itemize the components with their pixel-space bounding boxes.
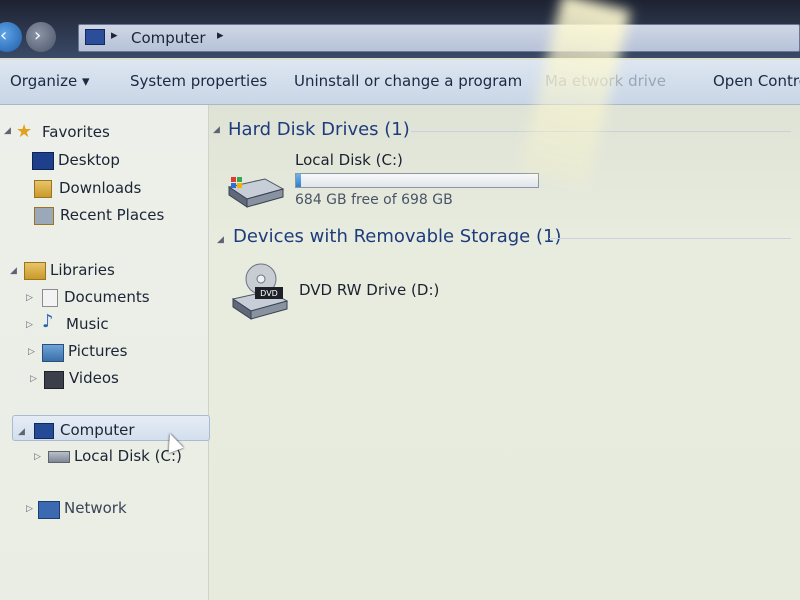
nav-music[interactable]: Music <box>66 315 109 333</box>
open-control-panel-button[interactable]: Open Contro <box>713 72 800 90</box>
videos-icon <box>44 371 64 389</box>
network-icon <box>38 501 60 519</box>
command-bar: Organize ▾ System properties Uninstall o… <box>0 60 800 105</box>
collapse-arrow-icon[interactable]: ▷ <box>28 347 35 357</box>
disk-capacity-fill <box>296 174 301 187</box>
expand-arrow-icon[interactable]: ◢ <box>18 427 25 437</box>
group-collapse-icon[interactable]: ◢ <box>213 125 220 135</box>
group-divider <box>549 238 791 239</box>
disk-capacity-bar <box>295 173 539 188</box>
collapse-arrow-icon[interactable]: ▷ <box>34 452 41 462</box>
pictures-icon <box>42 344 64 362</box>
chevron-right-icon[interactable]: ▸ <box>111 28 118 43</box>
nav-network[interactable]: Network <box>64 499 127 517</box>
nav-videos[interactable]: Videos <box>69 369 119 387</box>
organize-button[interactable]: Organize ▾ <box>10 72 90 90</box>
expand-arrow-icon[interactable]: ◢ <box>4 126 11 136</box>
computer-icon <box>85 29 105 45</box>
chevron-right-icon[interactable]: ▸ <box>217 28 224 43</box>
nav-libraries[interactable]: Libraries <box>50 261 115 279</box>
address-bar[interactable]: ▸ Computer ▸ <box>78 24 800 52</box>
navigation-pane: ◢ ★ Favorites Desktop Downloads Recent P… <box>0 105 210 600</box>
back-arrow-icon: ‹ <box>0 25 8 46</box>
nav-favorites[interactable]: Favorites <box>42 123 110 141</box>
collapse-arrow-icon[interactable]: ▷ <box>26 504 33 514</box>
music-icon: ♪ <box>42 311 54 332</box>
nav-downloads[interactable]: Downloads <box>59 179 141 197</box>
collapse-arrow-icon[interactable]: ▷ <box>26 320 33 330</box>
local-disk-icon <box>48 451 70 463</box>
dvd-drive-icon: DVD <box>231 263 289 320</box>
computer-icon <box>34 423 54 439</box>
explorer-window: ‹ › ▸ Computer ▸ Organize ▾ System prope… <box>0 0 800 600</box>
removable-storage-header[interactable]: Devices with Removable Storage (1) <box>233 226 561 247</box>
forward-button[interactable]: › <box>26 22 56 52</box>
star-icon: ★ <box>16 121 33 142</box>
map-network-drive-button[interactable]: Ma etwork drive <box>545 72 666 90</box>
dvd-badge: DVD <box>260 289 278 298</box>
nav-desktop[interactable]: Desktop <box>58 151 120 169</box>
nav-pictures[interactable]: Pictures <box>68 342 127 360</box>
hard-drive-icon <box>227 177 285 208</box>
title-bar: ‹ › ▸ Computer ▸ <box>0 0 800 58</box>
content-pane: ◢ Hard Disk Drives (1) Local Disk (C:) 6… <box>209 105 800 600</box>
recent-places-icon <box>34 207 54 225</box>
nav-recent-places[interactable]: Recent Places <box>60 206 164 224</box>
system-properties-button[interactable]: System properties <box>130 72 267 90</box>
group-divider <box>411 131 791 132</box>
uninstall-program-button[interactable]: Uninstall or change a program <box>294 72 522 90</box>
collapse-arrow-icon[interactable]: ▷ <box>26 293 33 303</box>
group-collapse-icon[interactable]: ◢ <box>217 235 224 245</box>
documents-icon <box>42 289 58 307</box>
hard-disk-drives-header[interactable]: Hard Disk Drives (1) <box>228 119 410 140</box>
dvd-drive-label: DVD RW Drive (D:) <box>299 281 440 299</box>
local-disk-free-space: 684 GB free of 698 GB <box>295 192 453 208</box>
nav-computer[interactable]: Computer <box>60 421 135 439</box>
nav-local-disk[interactable]: Local Disk (C:) <box>74 447 182 465</box>
libraries-icon <box>24 262 46 280</box>
nav-documents[interactable]: Documents <box>64 288 150 306</box>
local-disk-label: Local Disk (C:) <box>295 151 403 169</box>
collapse-arrow-icon[interactable]: ▷ <box>30 374 37 384</box>
desktop-icon <box>32 152 54 170</box>
breadcrumb-computer[interactable]: Computer <box>131 29 206 47</box>
back-button[interactable]: ‹ <box>0 22 22 52</box>
downloads-icon <box>34 180 52 198</box>
expand-arrow-icon[interactable]: ◢ <box>10 266 17 276</box>
forward-arrow-icon: › <box>34 25 42 46</box>
